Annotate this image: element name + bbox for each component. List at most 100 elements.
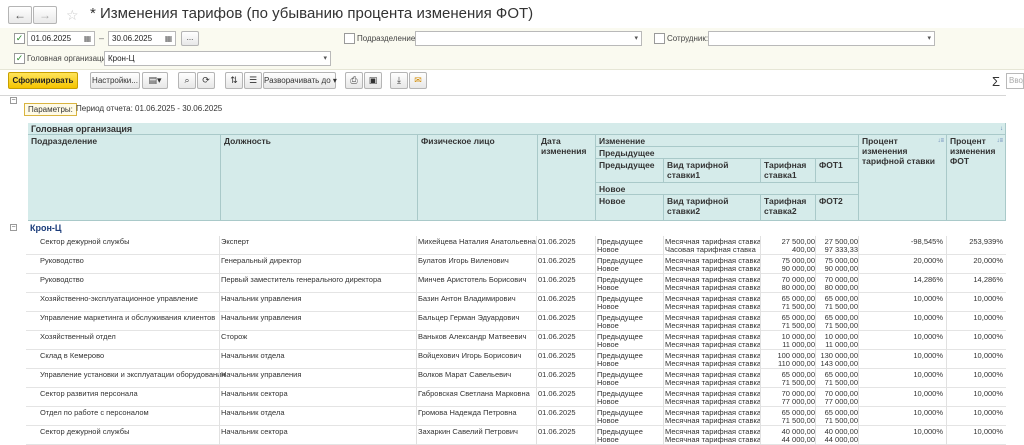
- table-cell-date: 01.06.2025: [538, 408, 576, 417]
- save-button[interactable]: ⤓: [390, 72, 408, 89]
- calendar-icon[interactable]: ▦: [82, 33, 93, 44]
- title-bar: ← → ☆ * Изменения тарифов (по убыванию п…: [0, 0, 1024, 30]
- col-person[interactable]: Физическое лицо: [418, 135, 538, 221]
- report-spreadsheet[interactable]: − Параметры: Период отчета: 01.06.2025 -…: [0, 95, 1024, 445]
- group-row: Крон-Ц: [30, 223, 62, 233]
- column-divider: [760, 255, 761, 274]
- col-previous[interactable]: Предыдущее: [596, 159, 664, 183]
- column-divider: [663, 407, 664, 426]
- col-rate2[interactable]: Тарифная ставка2: [761, 195, 816, 221]
- search-input[interactable]: Ввод: [1006, 73, 1024, 89]
- col-rate1[interactable]: Тарифная ставка1: [761, 159, 816, 183]
- chevron-down-icon[interactable]: ▾: [323, 52, 327, 65]
- date-to-field[interactable]: 30.06.2025 ▦: [108, 31, 176, 46]
- send-email-button[interactable]: ✉: [409, 72, 427, 89]
- column-divider: [858, 426, 859, 445]
- table-cell-pos: Начальник сектора: [221, 427, 288, 436]
- column-divider: [946, 236, 947, 255]
- column-divider: [416, 369, 417, 388]
- table-cell-r2: 11 000,00: [782, 340, 815, 349]
- date-from-field[interactable]: 01.06.2025 ▦: [27, 31, 95, 46]
- table-row[interactable]: Руководство Первый заместитель генерально…: [26, 274, 1006, 293]
- calendar-icon[interactable]: ▦: [163, 33, 174, 44]
- org-checkbox[interactable]: ✓: [14, 53, 25, 64]
- col-fot1[interactable]: ФОТ1: [816, 159, 859, 183]
- table-cell-f2: 90 000,00: [824, 264, 858, 273]
- col-position[interactable]: Должность: [221, 135, 418, 221]
- table-cell-k2: Новое: [597, 340, 619, 349]
- employee-field[interactable]: ▾: [708, 31, 935, 46]
- expand-to-button[interactable]: Разворачивать до ▾: [263, 72, 337, 89]
- col-rate-type2[interactable]: Вид тарифной ставки2: [664, 195, 761, 221]
- column-divider: [416, 312, 417, 331]
- table-row[interactable]: Управление маркетинга и обслуживания кли…: [26, 312, 1006, 331]
- chevron-down-icon[interactable]: ▾: [634, 32, 638, 45]
- table-cell-dept: Управление установки и эксплуатации обор…: [40, 370, 226, 379]
- column-divider: [858, 236, 859, 255]
- table-cell-t2: Месячная тарифная ставка: [665, 264, 761, 273]
- generate-button[interactable]: Сформировать: [8, 72, 78, 89]
- collapse-button[interactable]: ☰: [244, 72, 262, 89]
- col-pct-rate[interactable]: Процент изменения тарифной ставки ↓≡: [859, 135, 947, 221]
- table-row[interactable]: Сектор развития персонала Начальник секто…: [26, 388, 1006, 407]
- org-field[interactable]: Крон-Ц ▾: [104, 51, 331, 66]
- date-separator: –: [99, 33, 105, 43]
- column-divider: [663, 312, 664, 331]
- table-row[interactable]: Управление установки и эксплуатации обор…: [26, 369, 1006, 388]
- table-cell-t2: Месячная тарифная ставка: [665, 283, 761, 292]
- table-row[interactable]: Хозяйственный отдел Сторож Ваньков Алексан…: [26, 331, 1006, 350]
- table-row[interactable]: Сектор дежурной службы Начальник сектора З…: [26, 426, 1006, 445]
- table-cell-p1: 10,000%: [913, 313, 943, 322]
- column-divider: [416, 255, 417, 274]
- column-divider: [946, 293, 947, 312]
- period-checkbox[interactable]: ✓: [14, 33, 25, 44]
- table-row[interactable]: Сектор дежурной службы Эксперт Михейцева Н…: [26, 236, 1006, 255]
- table-row[interactable]: Хозяйственно-эксплуатационное управление…: [26, 293, 1006, 312]
- column-divider: [760, 407, 761, 426]
- col-department[interactable]: Подразделение: [28, 135, 221, 221]
- department-checkbox[interactable]: [344, 33, 355, 44]
- column-divider: [663, 274, 664, 293]
- find-next-button[interactable]: ⟳: [197, 72, 215, 89]
- chevron-down-icon[interactable]: ▾: [927, 32, 931, 45]
- column-divider: [219, 312, 220, 331]
- table-cell-t2: Месячная тарифная ставка: [665, 378, 761, 387]
- preview-button[interactable]: ▣: [364, 72, 382, 89]
- table-row[interactable]: Склад в Кемерово Начальник отдела Войцехов…: [26, 350, 1006, 369]
- table-row[interactable]: Отдел по работе с персоналом Начальник от…: [26, 407, 1006, 426]
- print-button[interactable]: ⎙: [345, 72, 363, 89]
- column-divider: [858, 293, 859, 312]
- table-cell-r2: 400,00: [792, 245, 815, 254]
- column-divider: [595, 388, 596, 407]
- employee-checkbox[interactable]: [654, 33, 665, 44]
- table-cell-f2: 143 000,00: [820, 359, 858, 368]
- department-field[interactable]: ▾: [415, 31, 642, 46]
- collapse-params-icon[interactable]: −: [10, 97, 17, 104]
- variant-button[interactable]: ▤▾: [142, 72, 168, 89]
- col-new[interactable]: Новое: [596, 195, 664, 221]
- group-button[interactable]: ⇅: [225, 72, 243, 89]
- settings-button[interactable]: Настройки...: [90, 72, 140, 89]
- table-cell-p2: 10,000%: [973, 389, 1003, 398]
- period-select-button[interactable]: ...: [181, 31, 199, 46]
- favorite-star-icon[interactable]: ☆: [66, 6, 79, 24]
- forward-button[interactable]: →: [33, 6, 57, 24]
- column-divider: [760, 312, 761, 331]
- column-divider: [760, 369, 761, 388]
- table-cell-pos: Начальник управления: [221, 294, 302, 303]
- back-button[interactable]: ←: [8, 6, 32, 24]
- table-row[interactable]: Руководство Генеральный директор Булатов И…: [26, 255, 1006, 274]
- column-divider: [946, 331, 947, 350]
- col-pct-fot[interactable]: Процент изменения ФОТ ↓≡: [947, 135, 1006, 221]
- col-fot2[interactable]: ФОТ2: [816, 195, 859, 221]
- column-divider: [595, 331, 596, 350]
- column-divider: [416, 426, 417, 445]
- col-change[interactable]: Изменение: [596, 135, 859, 147]
- col-date[interactable]: Дата изменения: [538, 135, 596, 221]
- table-cell-r2: 110 000,00: [778, 359, 815, 368]
- col-rate-type1[interactable]: Вид тарифной ставки1: [664, 159, 761, 183]
- table-cell-p2: 10,000%: [973, 408, 1003, 417]
- find-button[interactable]: ⌕: [178, 72, 196, 89]
- sum-sigma-icon[interactable]: Σ: [992, 74, 1000, 89]
- table-cell-p2: 253,939%: [969, 237, 1003, 246]
